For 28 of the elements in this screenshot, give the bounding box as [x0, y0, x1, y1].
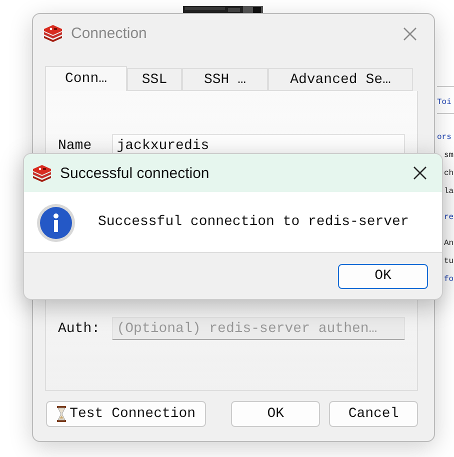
tab[interactable]: SSH …: [182, 68, 268, 91]
page-link[interactable]: re: [444, 212, 454, 224]
close-icon: [413, 166, 427, 180]
test-connection-button[interactable]: Test Connection: [46, 401, 206, 427]
page-link[interactable]: fo: [444, 274, 454, 286]
message-text: Successful connection to redis-server: [98, 214, 409, 230]
page-text: tu: [444, 256, 454, 268]
page-link[interactable]: Toi: [437, 97, 452, 109]
dialog-title: Successful connection: [60, 164, 210, 182]
stacked-layers-icon: [32, 164, 52, 182]
tab[interactable]: SSL: [127, 68, 182, 91]
ok-button[interactable]: OK: [231, 401, 320, 427]
info-icon: [36, 203, 76, 243]
page-link[interactable]: ors: [437, 132, 452, 144]
page-text: la: [444, 186, 454, 198]
tab[interactable]: Advanced Se…: [268, 68, 413, 91]
field-label: Auth:: [58, 320, 102, 336]
page-text: ch: [444, 168, 454, 180]
field-label: Name: [58, 138, 93, 154]
page-text: An: [444, 238, 454, 250]
stacked-layers-icon: [43, 25, 63, 42]
hourglass-icon: [56, 406, 66, 422]
window-title: Connection: [71, 25, 148, 42]
cancel-button[interactable]: Cancel: [329, 401, 418, 427]
close-icon: [403, 26, 417, 40]
ok-button[interactable]: OK: [338, 264, 428, 288]
page-text: sm: [444, 150, 454, 162]
tab[interactable]: Conn…: [45, 66, 127, 91]
